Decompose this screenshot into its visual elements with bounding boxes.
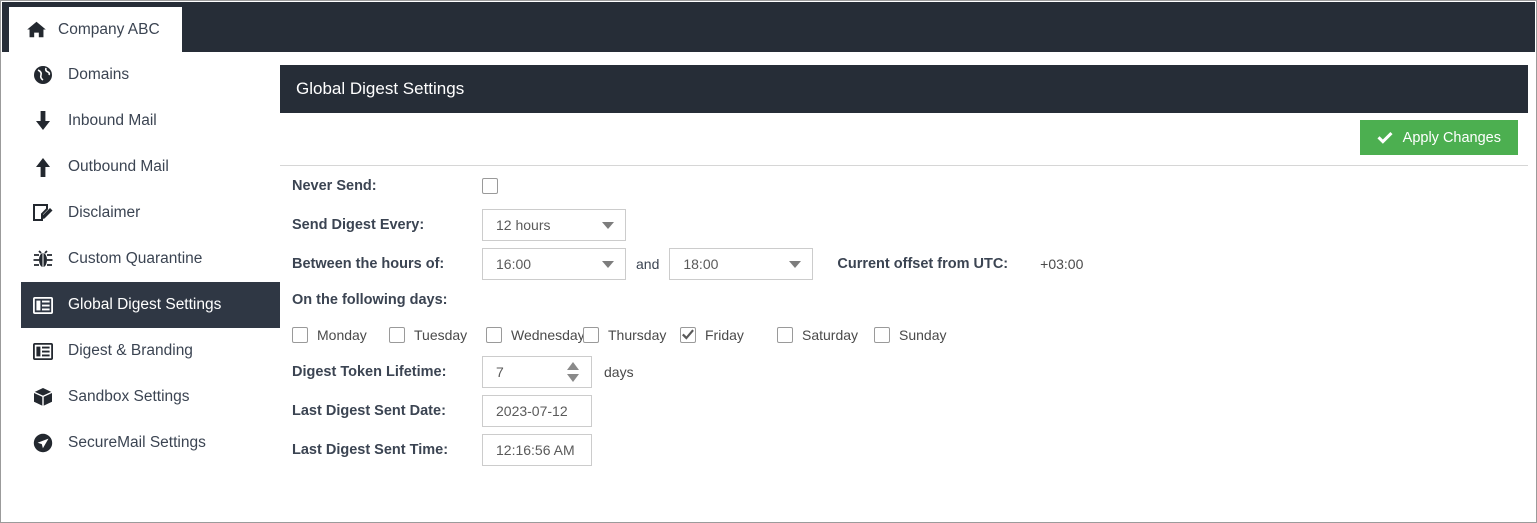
row-between-hours: Between the hours of: 16:00 and 18:00 Cu… [280,244,1528,283]
day-monday[interactable]: Monday [292,326,389,343]
sidebar-item-disclaimer[interactable]: Disclaimer [2,190,280,236]
list-panel-icon [32,340,54,362]
send-digest-every-value: 12 hours [496,216,551,233]
sidebar-item-outbound-mail[interactable]: Outbound Mail [2,144,280,190]
sidebar-item-domains[interactable]: Domains [2,52,280,98]
day-saturday[interactable]: Saturday [777,326,874,343]
sidebar-item-sandbox-settings[interactable]: Sandbox Settings [2,374,280,420]
days-checkbox-row: Monday Tuesday Wednesday Thursday Friday… [280,317,1528,352]
home-icon [27,21,46,38]
day-tuesday-checkbox[interactable] [389,326,405,343]
utc-offset-value: +03:00 [1040,255,1084,272]
row-send-digest-every: Send Digest Every: 12 hours [280,205,1528,244]
never-send-label: Never Send: [292,177,377,194]
main-content: Global Digest Settings Apply Changes Nev… [280,52,1535,521]
sidebar-item-label: SecureMail Settings [68,434,206,451]
chevron-down-icon [602,221,614,229]
digest-token-lifetime-label: Digest Token Lifetime: [292,363,447,380]
day-sunday-checkbox[interactable] [874,326,890,343]
tab-label: Company ABC [58,20,160,38]
box-icon [32,386,54,408]
bug-icon [32,248,54,270]
day-label: Thursday [608,326,667,343]
row-last-digest-sent-date: Last Digest Sent Date: 2023-07-12 [280,391,1528,430]
day-monday-checkbox[interactable] [292,326,308,343]
day-friday[interactable]: Friday [680,326,777,343]
day-thursday[interactable]: Thursday [583,326,680,343]
sidebar-item-digest-and-branding[interactable]: Digest & Branding [2,328,280,374]
last-digest-sent-time-input[interactable]: 12:16:56 AM [482,433,592,466]
row-never-send: Never Send: [280,166,1528,205]
day-saturday-checkbox[interactable] [777,326,793,343]
day-wednesday[interactable]: Wednesday [486,326,585,343]
sidebar-item-securemail-settings[interactable]: SecureMail Settings [2,420,280,466]
chevron-down-icon [789,260,802,268]
apply-changes-button[interactable]: Apply Changes [1359,120,1518,155]
day-wednesday-checkbox[interactable] [486,326,502,343]
settings-form: Never Send: Send Digest Every: 12 hours … [280,166,1528,521]
page-header: Global Digest Settings [280,65,1528,113]
day-label: Saturday [802,326,859,343]
day-label: Sunday [899,326,947,343]
stepper-down-icon[interactable] [567,373,579,382]
utc-offset-label: Current offset from UTC: [837,255,1009,272]
days-heading: On the following days: [292,292,448,308]
toolbar: Apply Changes [280,113,1528,166]
day-tuesday[interactable]: Tuesday [389,326,486,343]
sidebar-item-label: Global Digest Settings [68,296,222,313]
day-sunday[interactable]: Sunday [874,326,971,343]
send-digest-every-select[interactable]: 12 hours [482,208,626,241]
check-icon [1377,131,1393,144]
digest-token-lifetime-units: days [604,363,634,380]
and-label: and [636,255,660,272]
last-digest-sent-date-label: Last Digest Sent Date: [292,402,446,419]
day-label: Friday [705,326,744,343]
tab-strip: Company ABC [2,2,1535,52]
sidebar-item-label: Inbound Mail [68,112,157,129]
application-window: Company ABC Domains Inbound Mail Outboun… [0,0,1537,523]
last-digest-sent-date-input[interactable]: 2023-07-12 [482,394,592,427]
day-friday-checkbox[interactable] [680,326,696,343]
page-title: Global Digest Settings [296,79,465,98]
day-label: Tuesday [414,326,468,343]
tab-company-abc[interactable]: Company ABC [9,7,182,52]
list-panel-icon [32,294,54,316]
stepper-up-icon[interactable] [567,361,579,370]
sidebar-item-global-digest-settings[interactable]: Global Digest Settings [21,282,280,328]
send-digest-every-label: Send Digest Every: [292,216,425,233]
sidebar-item-custom-quarantine[interactable]: Custom Quarantine [2,236,280,282]
never-send-checkbox[interactable] [482,177,498,194]
paper-plane-icon [32,432,54,454]
last-digest-sent-time-label: Last Digest Sent Time: [292,441,449,458]
sidebar: Domains Inbound Mail Outbound Mail Discl… [2,52,280,521]
sidebar-item-label: Custom Quarantine [68,250,203,267]
sidebar-item-label: Outbound Mail [68,158,169,175]
chevron-down-icon [602,260,614,268]
between-hours-label: Between the hours of: [292,255,445,272]
day-label: Monday [317,326,367,343]
globe-icon [32,64,54,86]
day-label: Wednesday [511,326,585,343]
sidebar-item-label: Domains [68,66,130,83]
stepper-arrows-icon[interactable] [567,361,579,382]
row-last-digest-sent-time: Last Digest Sent Time: 12:16:56 AM [280,430,1528,469]
sidebar-item-label: Digest & Branding [68,342,193,359]
row-digest-token-lifetime: Digest Token Lifetime: 7 days [280,352,1528,391]
apply-changes-label: Apply Changes [1402,129,1501,146]
arrow-up-icon [32,156,54,178]
between-hours-to-select[interactable]: 18:00 [669,247,814,280]
arrow-down-icon [32,110,54,132]
between-hours-from-select[interactable]: 16:00 [482,247,626,280]
sidebar-item-label: Sandbox Settings [68,388,190,405]
digest-token-lifetime-stepper[interactable]: 7 [482,355,592,388]
sidebar-item-inbound-mail[interactable]: Inbound Mail [2,98,280,144]
digest-token-lifetime-value: 7 [496,363,504,380]
edit-note-icon [32,202,54,224]
between-hours-to-value: 18:00 [683,255,719,272]
sidebar-item-label: Disclaimer [68,204,141,221]
between-hours-from-value: 16:00 [496,255,532,272]
day-thursday-checkbox[interactable] [583,326,599,343]
